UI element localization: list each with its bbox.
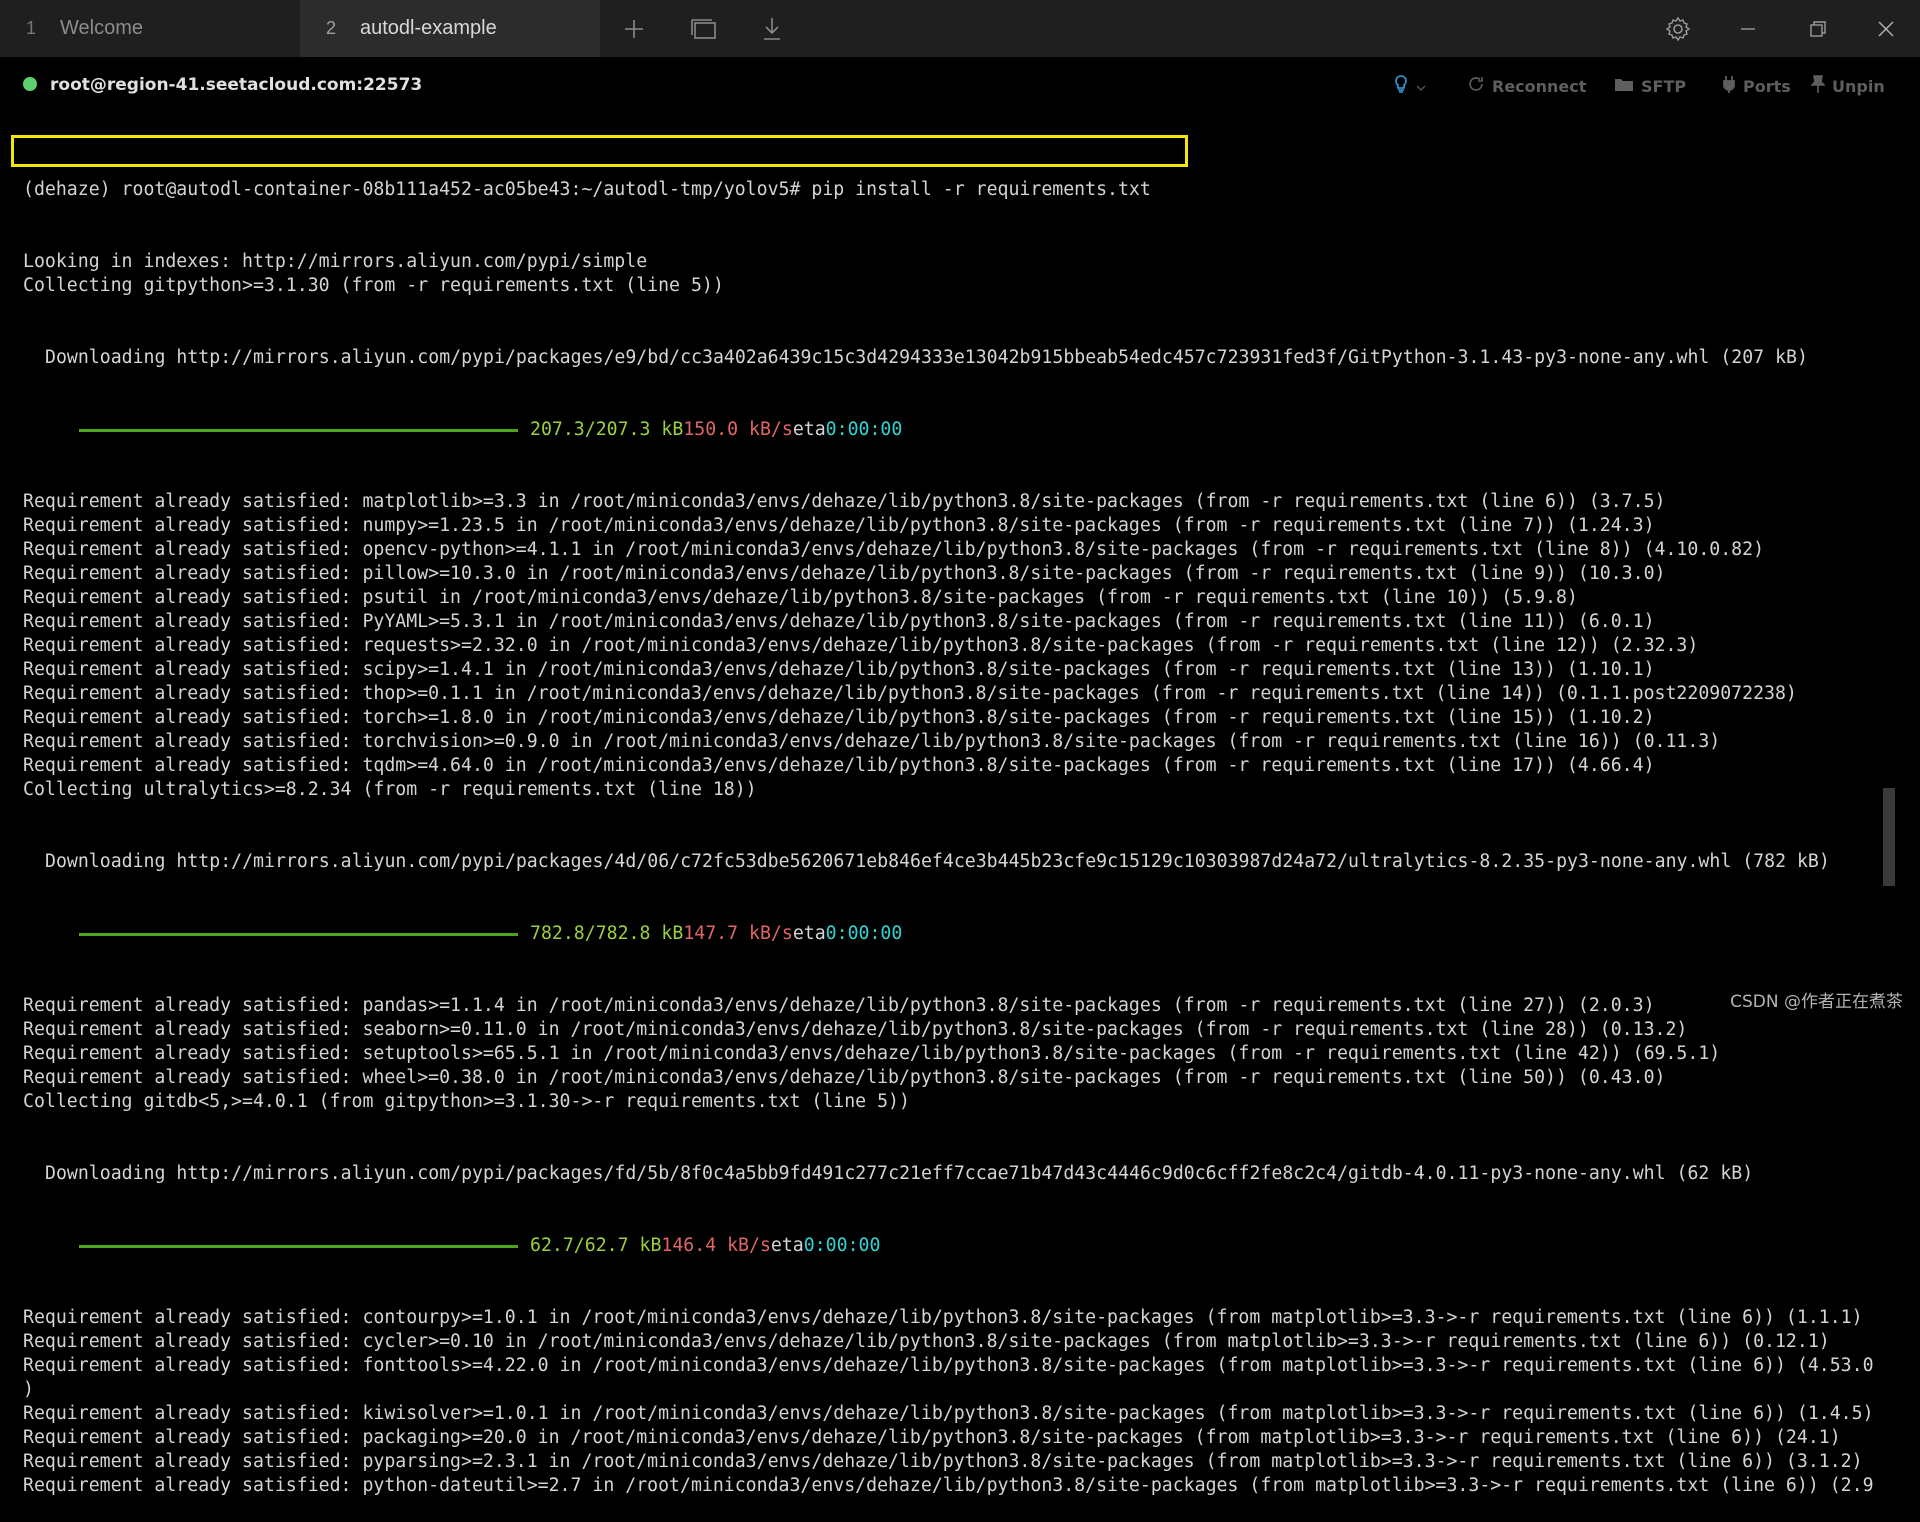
tab-label: Welcome bbox=[60, 17, 143, 39]
terminal-line: Looking in indexes: http://mirrors.aliyu… bbox=[23, 251, 648, 272]
gear-icon[interactable] bbox=[1663, 14, 1693, 44]
terminal-line: Requirement already satisfied: scipy>=1.… bbox=[23, 659, 1655, 680]
download-progress: 782.8/782.8 kB 147.7 kB/s eta 0:00:00 bbox=[0, 922, 1884, 946]
lightbulb-icon bbox=[1393, 74, 1409, 98]
terminal-line: Requirement already satisfied: pillow>=1… bbox=[23, 563, 1666, 584]
close-icon[interactable] bbox=[1871, 14, 1901, 44]
terminal-line: Collecting ultralytics>=8.2.34 (from -r … bbox=[23, 779, 757, 800]
terminal-line: Requirement already satisfied: contourpy… bbox=[23, 1307, 1863, 1328]
progress-eta-label: eta bbox=[792, 923, 826, 944]
unpin-button[interactable]: Unpin bbox=[1810, 74, 1885, 98]
pin-icon bbox=[1810, 75, 1826, 97]
tab-bar: 1 Welcome 2 autodl-example bbox=[0, 0, 1920, 57]
terminal-line: Requirement already satisfied: pyparsing… bbox=[23, 1451, 1863, 1472]
progress-eta-label: eta bbox=[792, 419, 826, 440]
tab-label: autodl-example bbox=[360, 17, 497, 39]
terminal-line: Requirement already satisfied: kiwisolve… bbox=[23, 1403, 1874, 1424]
terminal-line: Requirement already satisfied: packaging… bbox=[23, 1427, 1841, 1448]
restore-icon[interactable] bbox=[1803, 14, 1833, 44]
terminal-line: Requirement already satisfied: pandas>=1… bbox=[23, 995, 1655, 1016]
tab-number: 2 bbox=[326, 18, 337, 38]
session-header: root@region-41.seetacloud.com:22573 Reco… bbox=[0, 57, 1920, 117]
progress-size: 62.7/62.7 kB bbox=[530, 1235, 662, 1256]
terminal-download-line: Downloading http://mirrors.aliyun.com/py… bbox=[45, 851, 1830, 872]
tip-button[interactable] bbox=[1393, 74, 1426, 98]
sftp-label: SFTP bbox=[1641, 76, 1687, 96]
progress-eta-label: eta bbox=[770, 1235, 804, 1256]
terminal-line: ) bbox=[23, 1379, 34, 1400]
minimize-icon[interactable] bbox=[1733, 14, 1763, 44]
progress-bar bbox=[79, 1244, 518, 1248]
download-progress: 62.7/62.7 kB 146.4 kB/s eta 0:00:00 bbox=[0, 1234, 1884, 1258]
progress-bar bbox=[79, 428, 518, 432]
terminal-download-line: Downloading http://mirrors.aliyun.com/py… bbox=[45, 1163, 1754, 1184]
terminal-line: Requirement already satisfied: cycler>=0… bbox=[23, 1331, 1830, 1352]
terminal-command-line: (dehaze) root@autodl-container-08b111a45… bbox=[23, 179, 1151, 200]
progress-speed: 146.4 kB/s bbox=[661, 1235, 771, 1256]
reconnect-icon bbox=[1467, 75, 1485, 97]
progress-size: 782.8/782.8 kB bbox=[530, 923, 684, 944]
download-progress: 207.3/207.3 kB 150.0 kB/s eta 0:00:00 bbox=[0, 418, 1884, 442]
progress-eta: 0:00:00 bbox=[803, 1235, 881, 1256]
terminal-line: Requirement already satisfied: setuptool… bbox=[23, 1043, 1721, 1064]
tab-autodl-example[interactable]: 2 autodl-example bbox=[300, 0, 600, 57]
command-highlight-box bbox=[11, 135, 1188, 167]
terminal-line: Requirement already satisfied: requests>… bbox=[23, 635, 1699, 656]
download-icon[interactable] bbox=[757, 14, 787, 44]
terminal-line: Requirement already satisfied: seaborn>=… bbox=[23, 1019, 1688, 1040]
sftp-button[interactable]: SFTP bbox=[1614, 74, 1686, 98]
terminal-line: Collecting gitpython>=3.1.30 (from -r re… bbox=[23, 275, 724, 296]
terminal-line: Requirement already satisfied: tqdm>=4.6… bbox=[23, 755, 1655, 776]
progress-eta: 0:00:00 bbox=[825, 923, 903, 944]
watermark: CSDN @作者正在煮茶 bbox=[1730, 992, 1903, 1012]
terminal-scrollbar[interactable] bbox=[1883, 788, 1895, 886]
ports-button[interactable]: Ports bbox=[1722, 74, 1791, 98]
terminal-download-line: Downloading http://mirrors.aliyun.com/py… bbox=[45, 347, 1808, 368]
progress-speed: 147.7 kB/s bbox=[683, 923, 793, 944]
folder-icon bbox=[1614, 76, 1634, 96]
reconnect-button[interactable]: Reconnect bbox=[1467, 74, 1586, 98]
session-host: root@region-41.seetacloud.com:22573 bbox=[50, 75, 423, 95]
progress-eta: 0:00:00 bbox=[825, 419, 903, 440]
window-icon[interactable] bbox=[689, 14, 719, 44]
tab-welcome[interactable]: 1 Welcome bbox=[0, 0, 300, 57]
terminal-output[interactable]: (dehaze) root@autodl-container-08b111a45… bbox=[0, 130, 1884, 1496]
connection-status-dot bbox=[23, 77, 37, 91]
reconnect-label: Reconnect bbox=[1492, 76, 1587, 96]
plug-icon bbox=[1722, 75, 1736, 97]
terminal-line: Requirement already satisfied: fonttools… bbox=[23, 1355, 1874, 1376]
terminal-line: Requirement already satisfied: PyYAML>=5… bbox=[23, 611, 1655, 632]
terminal-line: Requirement already satisfied: opencv-py… bbox=[23, 539, 1765, 560]
terminal-line: Requirement already satisfied: numpy>=1.… bbox=[23, 515, 1655, 536]
terminal-line: Requirement already satisfied: torchvisi… bbox=[23, 731, 1721, 752]
terminal-line: Collecting gitdb<5,>=4.0.1 (from gitpyth… bbox=[23, 1091, 910, 1112]
chevron-down-icon bbox=[1416, 77, 1426, 96]
terminal-line: Requirement already satisfied: python-da… bbox=[23, 1475, 1874, 1496]
plus-icon[interactable] bbox=[619, 14, 649, 44]
unpin-label: Unpin bbox=[1832, 76, 1885, 96]
terminal-line: Requirement already satisfied: thop>=0.1… bbox=[23, 683, 1797, 704]
terminal-line: Requirement already satisfied: psutil in… bbox=[23, 587, 1578, 608]
tab-number: 1 bbox=[26, 18, 37, 38]
progress-size: 207.3/207.3 kB bbox=[530, 419, 684, 440]
terminal-line: Requirement already satisfied: matplotli… bbox=[23, 491, 1666, 512]
progress-speed: 150.0 kB/s bbox=[683, 419, 793, 440]
progress-bar bbox=[79, 932, 518, 936]
terminal-line: Requirement already satisfied: wheel>=0.… bbox=[23, 1067, 1666, 1088]
ports-label: Ports bbox=[1743, 76, 1791, 96]
terminal-line: Requirement already satisfied: torch>=1.… bbox=[23, 707, 1655, 728]
